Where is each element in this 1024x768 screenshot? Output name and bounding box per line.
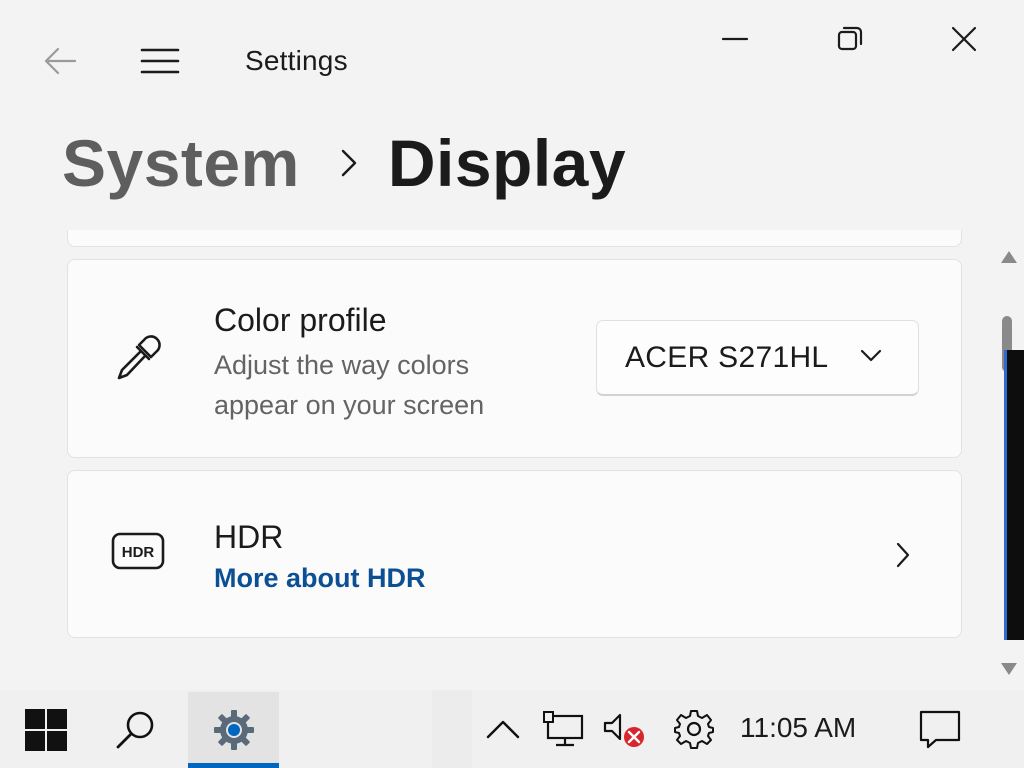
tray-settings-button[interactable] bbox=[668, 704, 720, 754]
restore-button[interactable] bbox=[820, 14, 880, 64]
settings-gear-icon bbox=[213, 710, 254, 750]
start-button[interactable] bbox=[14, 702, 78, 758]
restore-icon bbox=[837, 26, 863, 51]
volume-button[interactable] bbox=[598, 704, 650, 754]
close-button[interactable] bbox=[934, 14, 994, 64]
color-profile-selected-value: ACER S271HL bbox=[625, 340, 829, 374]
chevron-down-icon bbox=[860, 349, 882, 368]
title-bar: Settings bbox=[0, 0, 1024, 110]
taskbar: 11:05 AM bbox=[0, 690, 1024, 768]
svg-text:HDR: HDR bbox=[122, 544, 155, 561]
minimize-button[interactable] bbox=[705, 14, 765, 64]
settings-list[interactable]: Color profile Adjust the way colors appe… bbox=[0, 230, 1024, 690]
search-icon bbox=[116, 711, 154, 749]
search-button[interactable] bbox=[104, 702, 168, 758]
windows-logo-icon bbox=[25, 709, 67, 751]
background-window-edge bbox=[1004, 350, 1024, 640]
color-profile-description: Adjust the way colors appear on your scr… bbox=[214, 350, 485, 420]
chevron-right-icon bbox=[340, 148, 358, 178]
color-profile-dropdown[interactable]: ACER S271HL bbox=[596, 320, 919, 396]
gear-icon bbox=[674, 710, 714, 749]
hamburger-icon bbox=[140, 48, 180, 74]
arrow-left-icon bbox=[44, 47, 77, 75]
notification-icon bbox=[919, 710, 961, 749]
taskbar-settings-app[interactable] bbox=[188, 692, 279, 768]
previous-setting-card[interactable] bbox=[67, 230, 962, 247]
hdr-title: HDR bbox=[214, 519, 284, 555]
scroll-down-arrow-icon[interactable] bbox=[1000, 662, 1018, 681]
show-hidden-icons-button[interactable] bbox=[480, 706, 526, 752]
scroll-up-arrow-icon[interactable] bbox=[1000, 250, 1018, 269]
breadcrumb: System Display bbox=[62, 118, 626, 208]
hdr-card[interactable]: HDR HDR More about HDR bbox=[67, 470, 962, 638]
app-title: Settings bbox=[245, 45, 348, 76]
taskbar-clock[interactable]: 11:05 AM bbox=[740, 712, 856, 744]
color-profile-card: Color profile Adjust the way colors appe… bbox=[67, 259, 962, 458]
hdr-icon: HDR bbox=[108, 527, 168, 575]
more-about-hdr-link[interactable]: More about HDR bbox=[214, 563, 426, 594]
chevron-up-icon bbox=[486, 720, 520, 739]
chevron-right-icon bbox=[895, 541, 911, 574]
color-profile-title: Color profile bbox=[214, 302, 387, 338]
minimize-icon bbox=[721, 37, 749, 41]
back-button[interactable] bbox=[30, 38, 90, 84]
breadcrumb-parent-system[interactable]: System bbox=[62, 125, 300, 201]
page-title: Display bbox=[387, 126, 627, 200]
network-status-button[interactable] bbox=[538, 704, 590, 754]
volume-muted-icon bbox=[603, 713, 644, 747]
action-center-button[interactable] bbox=[912, 704, 968, 754]
close-icon bbox=[951, 26, 977, 52]
network-icon bbox=[543, 711, 584, 747]
taskbar-spacer bbox=[432, 690, 472, 768]
navigation-menu-button[interactable] bbox=[130, 38, 190, 84]
eyedropper-icon bbox=[108, 328, 168, 388]
active-app-indicator bbox=[188, 763, 279, 768]
